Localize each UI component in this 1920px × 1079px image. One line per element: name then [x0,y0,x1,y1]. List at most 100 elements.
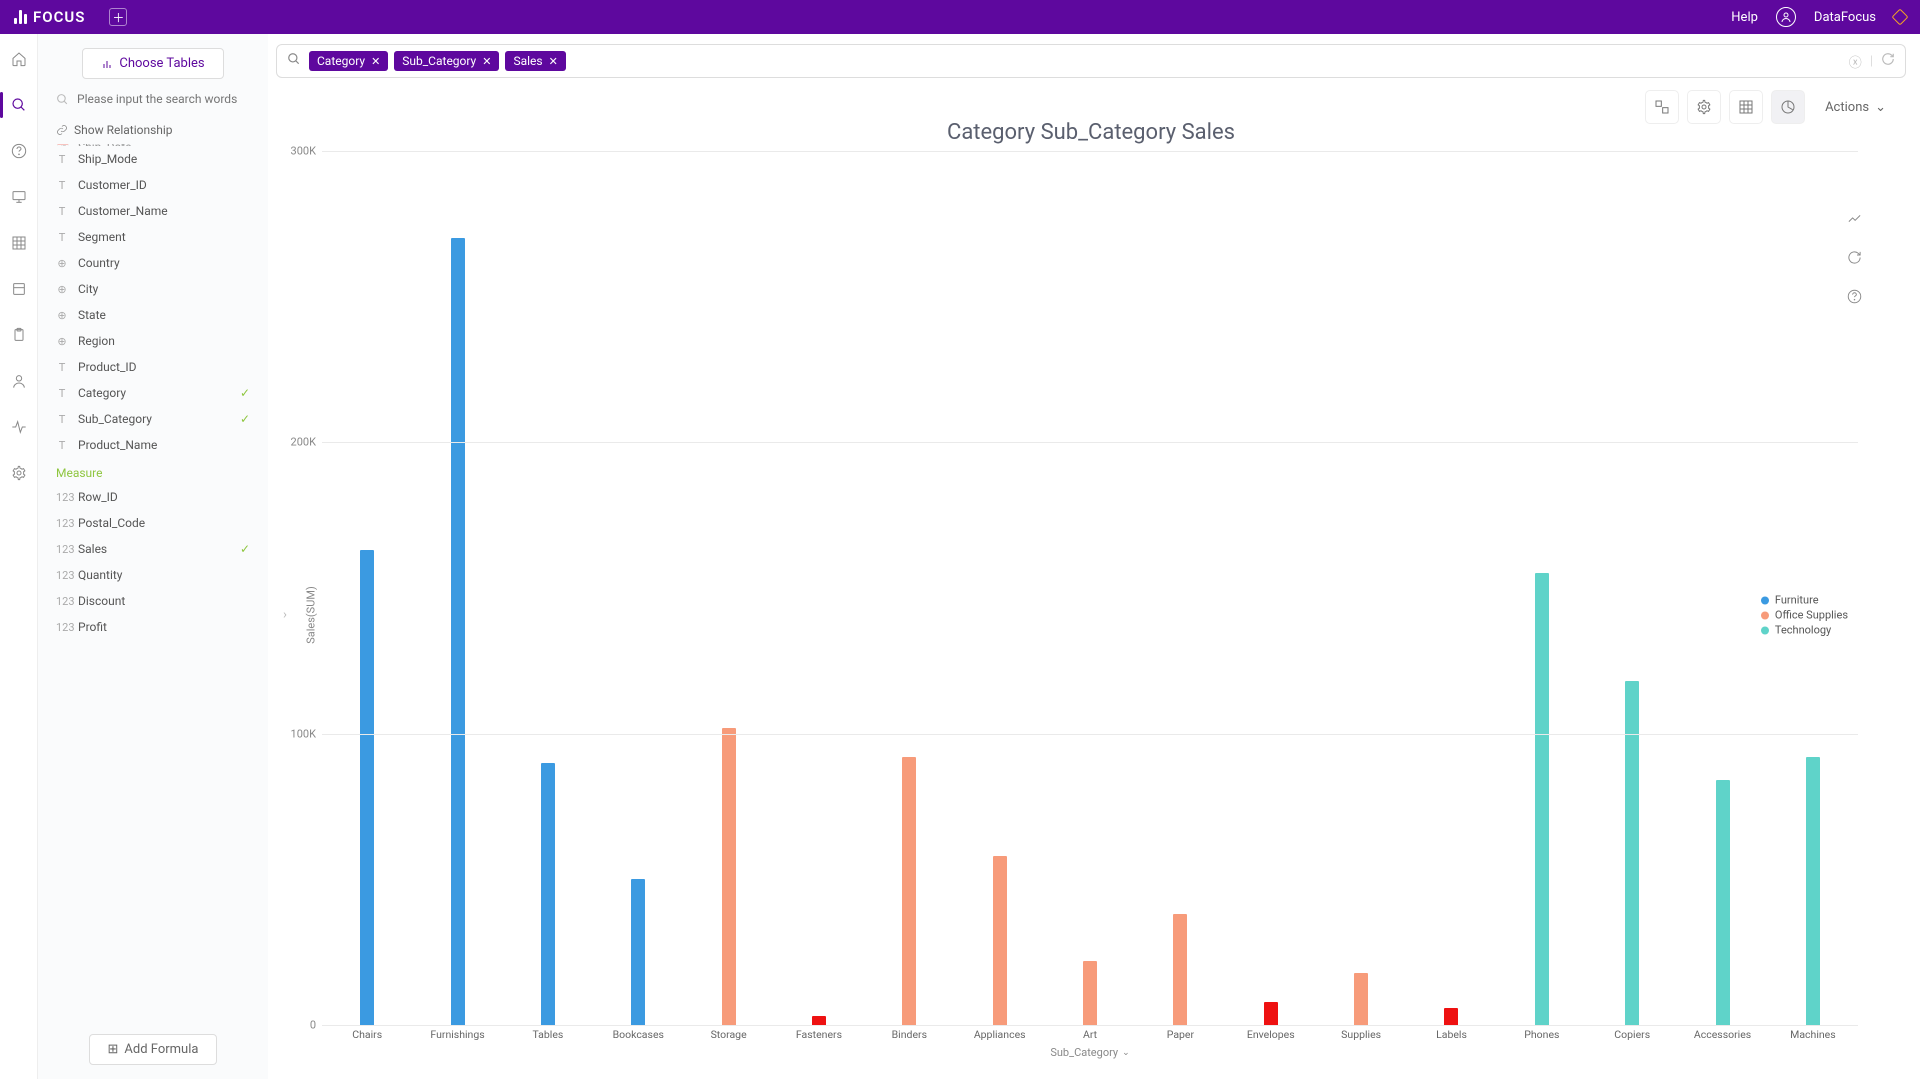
line-chart-icon[interactable] [1847,211,1862,230]
bar[interactable] [1173,914,1187,1025]
bar[interactable] [993,856,1007,1025]
field-item[interactable]: T Product_Name [56,432,250,458]
bar[interactable] [541,763,555,1025]
field-item[interactable]: T Segment [56,224,250,250]
add-formula-button[interactable]: ⊞ Add Formula [89,1034,218,1065]
bar-column[interactable] [1768,151,1858,1025]
axis-config-button[interactable] [1645,90,1679,124]
logo-icon [14,10,27,24]
bar-column[interactable] [864,151,954,1025]
query-chip[interactable]: Sub_Category✕ [394,51,499,71]
bar[interactable] [902,757,916,1025]
field-item[interactable]: T Sub_Category ✓ [56,406,250,432]
field-search-input[interactable] [75,91,250,107]
bar-column[interactable] [1316,151,1406,1025]
bar-column[interactable] [1677,151,1767,1025]
chart-type-button[interactable] [1771,90,1805,124]
bar-column[interactable] [1226,151,1316,1025]
chart-plot[interactable] [322,151,1858,1025]
nav-table[interactable] [10,234,28,252]
field-item[interactable]: T Customer_Name [56,198,250,224]
bar[interactable] [1535,573,1549,1025]
help-link[interactable]: Help [1731,10,1758,25]
bar[interactable] [1264,1002,1278,1025]
chip-remove-icon[interactable]: ✕ [371,55,380,68]
field-item[interactable]: 123 Postal_Code [56,510,250,536]
field-item[interactable]: 123 Quantity [56,562,250,588]
bar-column[interactable] [503,151,593,1025]
bar[interactable] [1716,780,1730,1025]
nav-help[interactable] [10,142,28,160]
field-item[interactable]: ⊕ Region [56,328,250,354]
bar-column[interactable] [1406,151,1496,1025]
user-name[interactable]: DataFocus [1814,10,1876,25]
x-tick-label: Tables [503,1028,593,1041]
grid-view-button[interactable] [1729,90,1763,124]
legend-item[interactable]: Office Supplies [1761,609,1848,622]
nav-activity[interactable] [10,418,28,436]
bar-column[interactable] [593,151,683,1025]
show-relationship-toggle[interactable]: Show Relationship [38,117,268,144]
nav-settings[interactable] [10,464,28,482]
field-item[interactable]: ⊕ Country [56,250,250,276]
bar[interactable] [812,1016,826,1025]
nav-present[interactable] [10,188,28,206]
nav-clipboard[interactable] [10,326,28,344]
choose-tables-button[interactable]: Choose Tables [82,48,223,79]
field-label: Customer_ID [78,178,147,192]
field-item[interactable]: T Ship_Mode [56,146,250,172]
bar[interactable] [1083,961,1097,1025]
user-avatar-icon[interactable] [1776,7,1796,27]
nav-search[interactable] [10,96,28,114]
settings-button[interactable] [1687,90,1721,124]
query-chip[interactable]: Sales✕ [505,51,565,71]
chip-remove-icon[interactable]: ✕ [482,55,491,68]
field-item[interactable]: 123 Sales ✓ [56,536,250,562]
bar-column[interactable] [1587,151,1677,1025]
bar-column[interactable] [774,151,864,1025]
field-item[interactable]: 123 Row_ID [56,484,250,510]
bar-column[interactable] [683,151,773,1025]
bar[interactable] [722,728,736,1025]
x-axis-title[interactable]: Sub_Category ⌄ [322,1046,1858,1059]
query-bar[interactable]: Category✕Sub_Category✕Sales✕ ⓧ | [276,44,1906,78]
chip-label: Category [317,54,365,68]
check-icon: ✓ [240,412,250,426]
bar[interactable] [631,879,645,1025]
bar-column[interactable] [322,151,412,1025]
clear-query-button[interactable]: ⓧ [1849,52,1862,71]
query-chip[interactable]: Category ✕ [309,51,388,71]
legend-item[interactable]: Furniture [1761,594,1848,607]
field-item[interactable]: T Category ✓ [56,380,250,406]
nav-home[interactable] [10,50,28,68]
bar[interactable] [451,238,465,1025]
bar-column[interactable] [1045,151,1135,1025]
plus-icon: ⊞ [108,1042,119,1057]
bar-column[interactable] [1497,151,1587,1025]
field-item[interactable]: 📅 Ship_Date [56,144,250,146]
nav-archive[interactable] [10,280,28,298]
legend-item[interactable]: Technology [1761,624,1848,637]
refresh-query-button[interactable] [1881,52,1895,70]
bar-column[interactable] [412,151,502,1025]
bar-column[interactable] [1135,151,1225,1025]
panel-collapse-handle[interactable]: › [283,608,287,623]
add-tab-button[interactable]: ＋ [109,8,127,26]
bar[interactable] [1444,1008,1458,1025]
field-item[interactable]: 123 Profit [56,614,250,640]
chart-help-icon[interactable] [1847,289,1862,308]
field-item[interactable]: 123 Discount [56,588,250,614]
field-item[interactable]: ⊕ State [56,302,250,328]
refresh-chart-icon[interactable] [1847,250,1862,269]
bar[interactable] [1354,973,1368,1025]
field-item[interactable]: T Product_ID [56,354,250,380]
bar-column[interactable] [955,151,1045,1025]
field-item[interactable]: ⊕ City [56,276,250,302]
chip-remove-icon[interactable]: ✕ [549,55,558,68]
bar[interactable] [1806,757,1820,1025]
bar[interactable] [360,550,374,1025]
field-item[interactable]: T Customer_ID [56,172,250,198]
field-search[interactable] [38,91,268,107]
actions-dropdown[interactable]: Actions ⌄ [1813,93,1898,122]
nav-user[interactable] [10,372,28,390]
